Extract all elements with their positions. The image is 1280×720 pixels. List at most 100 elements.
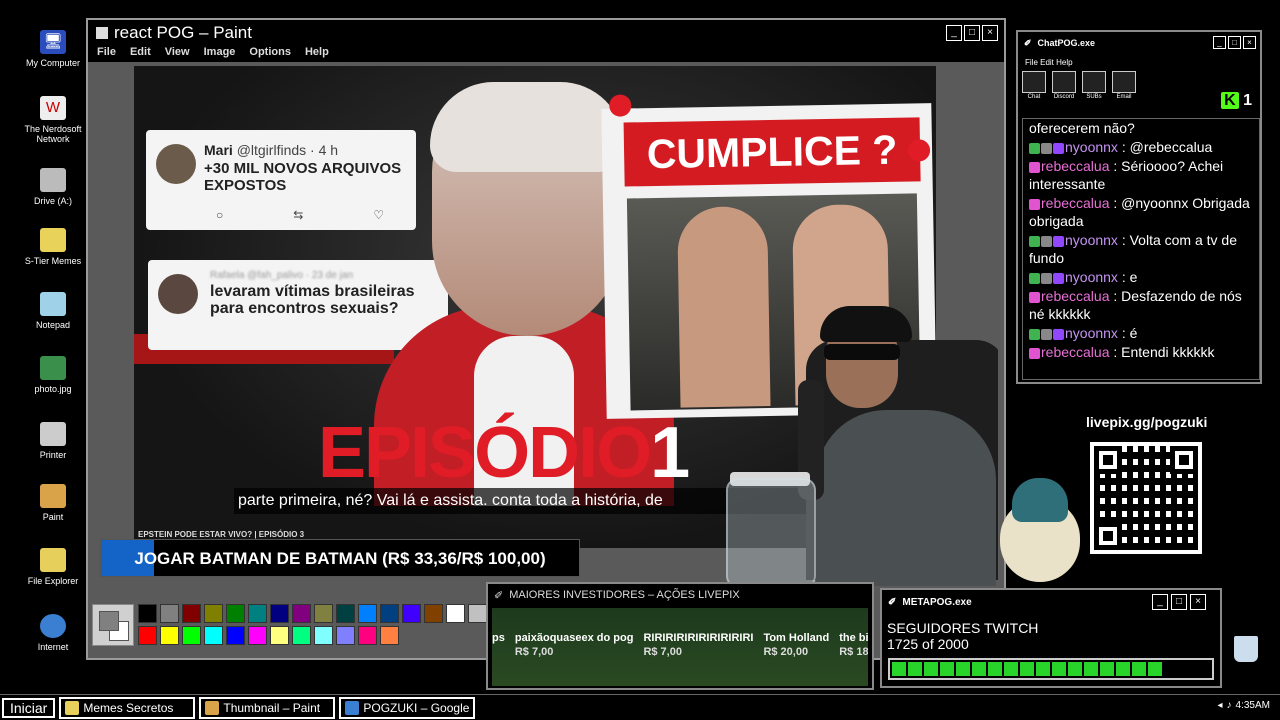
- chat-message: rebeccalua : Desfazendo de nós né kkkkkk: [1029, 287, 1253, 323]
- chat-username[interactable]: rebeccalua: [1041, 158, 1110, 174]
- color-swatch[interactable]: [160, 604, 179, 623]
- desktop-icon-explorer[interactable]: File Explorer: [18, 548, 88, 586]
- close-button[interactable]: ×: [1243, 36, 1256, 49]
- network-tray-icon[interactable]: ◂: [1218, 700, 1223, 711]
- hair: [430, 82, 624, 172]
- recycle-bin-icon[interactable]: [1234, 636, 1258, 662]
- close-button[interactable]: ×: [982, 25, 998, 41]
- chat-username[interactable]: rebeccalua: [1041, 344, 1110, 360]
- pushpin-icon: [907, 139, 931, 162]
- badge-icon: [1029, 347, 1040, 359]
- color-swatch[interactable]: [402, 604, 421, 623]
- tool-discord[interactable]: Discord: [1052, 71, 1076, 100]
- chat-window: ✐ ChatPOG.exe _ □ × File Edit Help Chat D…: [1016, 30, 1262, 384]
- color-swatch[interactable]: [204, 604, 223, 623]
- cumplice-banner: CUMPLICE ?: [623, 117, 921, 187]
- folder-icon: [65, 700, 80, 715]
- color-swatch[interactable]: [182, 604, 201, 623]
- chat-menubar[interactable]: File Edit Help: [1018, 58, 1260, 67]
- start-button[interactable]: Iniciar: [2, 697, 56, 718]
- investor-amount: R$ 7,00: [643, 646, 682, 658]
- desktop-icon-photo[interactable]: photo.jpg: [18, 356, 88, 394]
- snorlax-head: [1012, 478, 1068, 522]
- close-button[interactable]: ×: [1190, 594, 1206, 610]
- desktop-icon-nerdosoft[interactable]: W The Nerdosoft Network: [18, 96, 88, 144]
- color-swatch[interactable]: [248, 626, 267, 645]
- cap: [820, 306, 912, 342]
- color-swatch[interactable]: [314, 626, 333, 645]
- explorer-icon: [40, 548, 66, 572]
- color-swatch[interactable]: [336, 604, 355, 623]
- color-swatch[interactable]: [292, 626, 311, 645]
- desktop-icon-my-computer[interactable]: 🖥 My Computer: [18, 30, 88, 68]
- color-swatch[interactable]: [358, 604, 377, 623]
- color-swatch[interactable]: [336, 626, 355, 645]
- tool-subs[interactable]: SUBs: [1082, 71, 1106, 100]
- color-swatch[interactable]: [314, 604, 333, 623]
- color-swatch[interactable]: [380, 626, 399, 645]
- color-palette: [92, 604, 487, 648]
- maximize-button[interactable]: □: [1171, 594, 1187, 610]
- chat-username[interactable]: nyoonnx: [1065, 325, 1118, 341]
- clock: 4:35AM: [1235, 700, 1270, 711]
- color-swatch[interactable]: [138, 626, 157, 645]
- tool-chat[interactable]: Chat: [1022, 71, 1046, 100]
- minimize-button[interactable]: _: [1213, 36, 1226, 49]
- color-swatch[interactable]: [424, 604, 443, 623]
- color-swatch[interactable]: [138, 604, 157, 623]
- investor-name: ps: [492, 632, 505, 644]
- maximize-button[interactable]: □: [964, 25, 980, 41]
- progress-segment: [1052, 662, 1066, 676]
- desktop-icon-paint[interactable]: Paint: [18, 484, 88, 522]
- desktop-icon-internet[interactable]: Internet: [18, 614, 88, 652]
- desktop-icon-notepad[interactable]: Notepad: [18, 292, 88, 330]
- color-swatch[interactable]: [358, 626, 377, 645]
- badge-icon: [1029, 142, 1040, 154]
- menu-view[interactable]: View: [165, 46, 190, 62]
- user-badges: [1029, 157, 1041, 175]
- chat-username[interactable]: nyoonnx: [1065, 232, 1118, 248]
- chat-text: oferecerem não?: [1029, 120, 1135, 136]
- chat-username[interactable]: nyoonnx: [1065, 269, 1118, 285]
- chat-window-controls: _ □ ×: [1213, 36, 1256, 49]
- color-swatch[interactable]: [270, 626, 289, 645]
- maximize-button[interactable]: □: [1228, 36, 1241, 49]
- color-swatch[interactable]: [226, 604, 245, 623]
- color-swatch[interactable]: [270, 604, 289, 623]
- tool-email[interactable]: Email: [1112, 71, 1136, 100]
- menu-file[interactable]: File: [97, 46, 116, 62]
- volume-icon[interactable]: ♪: [1227, 700, 1232, 711]
- desktop-icon-drive[interactable]: Drive (A:): [18, 168, 88, 206]
- email-icon: [1112, 71, 1136, 93]
- desktop-icon-memes[interactable]: S-Tier Memes: [18, 228, 88, 266]
- tweet-text: +30 MIL NOVOS ARQUIVOS EXPOSTOS: [204, 160, 402, 194]
- color-swatch[interactable]: [226, 626, 245, 645]
- menu-options[interactable]: Options: [249, 46, 291, 62]
- color-swatch[interactable]: [468, 604, 487, 623]
- menu-edit[interactable]: Edit: [130, 46, 151, 62]
- current-colors[interactable]: [92, 604, 134, 646]
- menu-image[interactable]: Image: [204, 46, 236, 62]
- color-swatch[interactable]: [446, 604, 465, 623]
- menu-help[interactable]: Help: [305, 46, 329, 62]
- chat-username[interactable]: nyoonnx: [1065, 139, 1118, 155]
- color-swatch[interactable]: [182, 626, 201, 645]
- color-swatch[interactable]: [204, 626, 223, 645]
- minimize-button[interactable]: _: [946, 25, 962, 41]
- color-swatch[interactable]: [160, 626, 179, 645]
- chat-username[interactable]: rebeccalua: [1041, 288, 1110, 304]
- episode-title: EPISÓDIO1: [318, 413, 690, 493]
- color-swatch[interactable]: [380, 604, 399, 623]
- color-swatch[interactable]: [292, 604, 311, 623]
- minimize-button[interactable]: _: [1152, 594, 1168, 610]
- color-swatch[interactable]: [248, 604, 267, 623]
- tweet-author: Mari @ltgirlfinds · 4 h: [204, 142, 339, 158]
- task-memes-secretos[interactable]: Memes Secretos: [59, 696, 196, 719]
- task-thumbnail-paint[interactable]: Thumbnail – Paint: [199, 696, 336, 719]
- chat-icon: [1022, 71, 1046, 93]
- task-pogzuki-google[interactable]: POGZUKI – Google: [339, 696, 476, 719]
- desktop-icon-printer[interactable]: Printer: [18, 422, 88, 460]
- investor-amount: R$ 7,00: [514, 646, 554, 658]
- chat-username[interactable]: rebeccalua: [1041, 195, 1110, 211]
- paint-titlebar[interactable]: react POG – Paint: [88, 20, 1004, 46]
